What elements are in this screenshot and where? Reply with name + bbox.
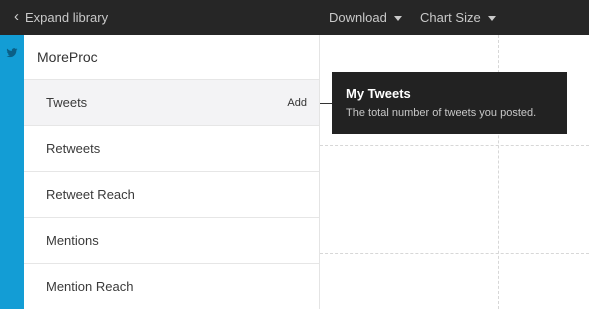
caret-down-icon bbox=[487, 15, 496, 21]
expand-library-button[interactable]: ‹ Expand library bbox=[14, 0, 108, 35]
caret-down-icon bbox=[393, 15, 402, 21]
expand-library-label: Expand library bbox=[25, 10, 109, 25]
download-label: Download bbox=[329, 10, 387, 25]
metric-label: Retweet Reach bbox=[46, 187, 135, 202]
metric-tooltip: My Tweets The total number of tweets you… bbox=[332, 72, 567, 134]
top-toolbar: ‹ Expand library Download Chart Size bbox=[0, 0, 589, 35]
tooltip-title: My Tweets bbox=[346, 86, 411, 101]
grid-divider bbox=[320, 145, 589, 146]
metric-item-mention-reach[interactable]: Mention Reach bbox=[24, 264, 319, 309]
metric-label: Retweets bbox=[46, 141, 101, 156]
metric-item-mentions[interactable]: Mentions bbox=[24, 218, 319, 264]
twitter-service-rail[interactable] bbox=[0, 35, 24, 309]
chart-size-menu[interactable]: Chart Size bbox=[420, 0, 496, 35]
account-name: MoreProc bbox=[24, 35, 319, 80]
add-metric-button[interactable]: Add bbox=[287, 97, 307, 109]
tooltip-description: The total number of tweets you posted. bbox=[346, 107, 537, 119]
metric-item-tweets[interactable]: Tweets Add bbox=[24, 80, 319, 126]
grid-divider bbox=[320, 253, 589, 254]
metric-library-panel: MoreProc Tweets Add Retweets Retweet Rea… bbox=[24, 35, 320, 309]
metric-label: Mention Reach bbox=[46, 279, 134, 294]
metric-item-retweet-reach[interactable]: Retweet Reach bbox=[24, 172, 319, 218]
chevron-left-icon: ‹ bbox=[14, 8, 19, 25]
tooltip-connector bbox=[320, 103, 332, 104]
metric-item-retweets[interactable]: Retweets bbox=[24, 126, 319, 172]
chart-size-label: Chart Size bbox=[420, 10, 481, 25]
download-menu[interactable]: Download bbox=[329, 0, 402, 35]
metric-label: Mentions bbox=[46, 233, 99, 248]
twitter-bird-icon bbox=[6, 48, 18, 58]
metric-label: Tweets bbox=[46, 95, 88, 110]
